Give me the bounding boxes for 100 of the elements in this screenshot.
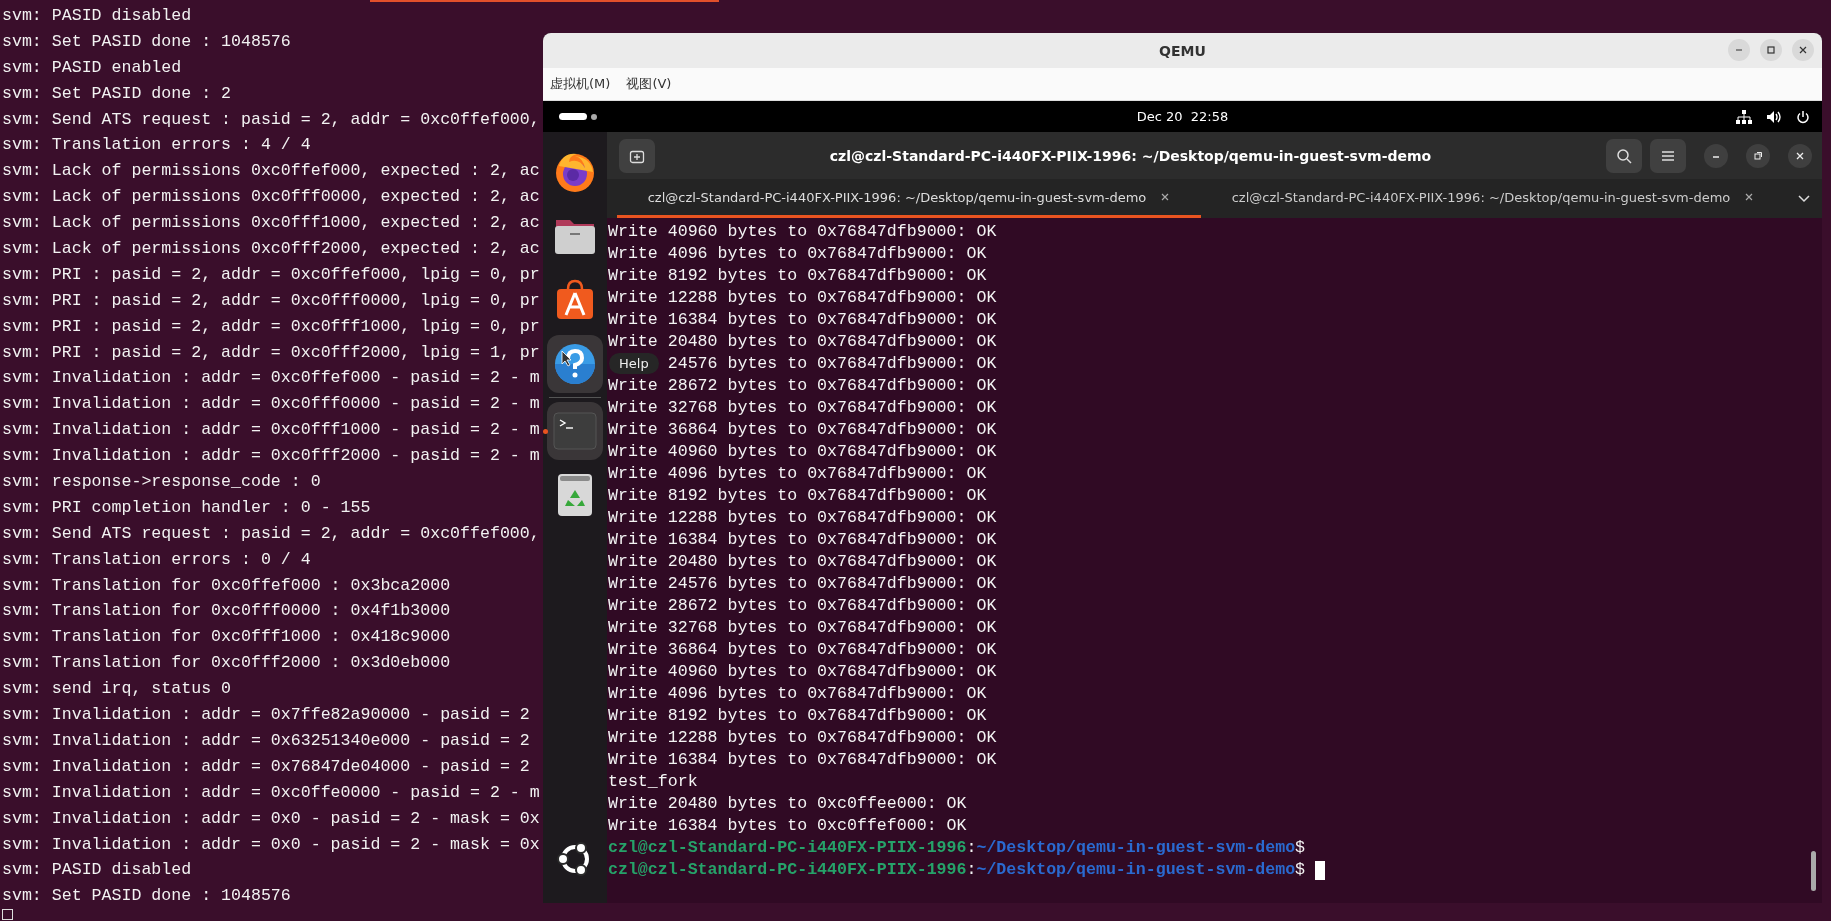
terminal-line: Write 36864 bytes to 0x76847dfb9000: OK xyxy=(608,419,997,441)
terminal-line: Write 8192 bytes to 0x76847dfb9000: OK xyxy=(608,485,987,507)
terminal-line: svm: PRI : pasid = 2, addr = 0xc0fff2000, lpig = 1, pr xyxy=(2,341,540,364)
terminal-line: Write 40960 bytes to 0x76847dfb9000: OK xyxy=(608,221,997,243)
search-icon xyxy=(1616,147,1632,164)
terminal-line: svm: Lack of permissions 0xc0fff0000, expected : 2, ac xyxy=(2,186,540,209)
close-icon xyxy=(1795,150,1805,161)
terminal-line: svm: Set PASID done : 1048576 xyxy=(2,885,291,908)
close-button[interactable] xyxy=(1792,39,1814,61)
clock[interactable]: Dec 20 22:58 xyxy=(1136,109,1229,124)
terminal-line: svm: PRI : pasid = 2, addr = 0xc0ffef000, lpig = 0, pr xyxy=(2,263,540,286)
terminal-line: Write 4096 bytes to 0x76847dfb9000: OK xyxy=(608,683,987,705)
terminal-line: svm: Translation for 0xc0fff2000 : 0x3d0eb000 xyxy=(2,652,451,675)
menu-item[interactable]: 视图(V) xyxy=(626,75,672,93)
terminal-line: svm: Translation for 0xc0fff0000 : 0x4f1b3000 xyxy=(2,600,451,623)
terminal-line: svm: Invalidation : addr = 0x7ffe82a90000 - pasid = 2 xyxy=(2,704,530,727)
prompt-user-host: czl@czl-Standard-PC-i440FX-PIIX-1996 xyxy=(608,859,967,881)
terminal-line: Write 16384 bytes to 0xc0ffef000: OK xyxy=(608,815,967,837)
workspace-indicator[interactable] xyxy=(559,113,597,120)
maximize-button[interactable] xyxy=(1760,39,1782,61)
terminal-line: test_fork xyxy=(608,771,698,793)
terminal-line: Write 20480 bytes to 0x76847dfb9000: OK xyxy=(608,551,997,573)
tab-label: czl@czl-Standard-PC-i440FX-PIIX-1996: ~/Desktop/qemu-in-guest-svm-demo xyxy=(647,189,1147,205)
close-icon[interactable] xyxy=(1744,192,1755,202)
trash-icon xyxy=(557,473,593,517)
terminal-line: Write 12288 bytes to 0x76847dfb9000: OK xyxy=(608,727,997,749)
terminal-line: Write 36864 bytes to 0x76847dfb9000: OK xyxy=(608,639,997,661)
dock-item[interactable] xyxy=(547,335,603,393)
tab[interactable]: czl@czl-Standard-PC-i440FX-PIIX-1996: ~/Desktop/qemu-in-guest-svm-demo xyxy=(1201,179,1785,218)
terminal-line: svm: Set PASID done : 2 xyxy=(2,82,232,105)
power-icon[interactable] xyxy=(1796,109,1810,124)
terminal-line: Write 16384 bytes to 0x76847dfb9000: OK xyxy=(608,749,997,771)
terminal-line: svm: Invalidation : addr = 0xc0fff2000 - pasid = 2 - m xyxy=(2,445,540,468)
menu-icon xyxy=(1661,149,1675,162)
terminal-line: Write 4096 bytes to 0x76847dfb9000: OK xyxy=(608,463,987,485)
terminal-line: svm: Invalidation : addr = 0xc0fff1000 - pasid = 2 - m xyxy=(2,419,540,442)
prompt-symbol: $ xyxy=(1295,837,1306,859)
tab-label: czl@czl-Standard-PC-i440FX-PIIX-1996: ~/Desktop/qemu-in-guest-svm-demo xyxy=(1231,189,1731,205)
terminal-line: svm: Translation for 0xc0fff1000 : 0x418c9000 xyxy=(2,626,451,649)
terminal-line: svm: Invalidation : addr = 0x76847de04000 - pasid = 2 xyxy=(2,755,530,778)
terminal-line: svm: Invalidation : addr = 0xc0ffef000 - pasid = 2 - m xyxy=(2,367,540,390)
terminal-line: Write 8192 bytes to 0x76847dfb9000: OK xyxy=(608,705,987,727)
terminal-line: svm: Set PASID done : 1048576 xyxy=(2,30,291,53)
terminal-line: Write 28672 bytes to 0x76847dfb9000: OK xyxy=(608,375,997,397)
cursor xyxy=(2,909,13,921)
terminal-line: svm: PASID disabled xyxy=(2,5,192,27)
restore-icon xyxy=(1753,150,1763,161)
terminal-line: Write 40960 bytes to 0x76847dfb9000: OK xyxy=(608,441,997,463)
terminal-icon xyxy=(553,412,597,450)
terminal-line: svm: Send ATS request : pasid = 2, addr = 0xc0ffef000, xyxy=(2,108,540,131)
terminal-line: Write 24576 bytes to 0x76847dfb9000: OK xyxy=(608,573,997,595)
maximize-icon xyxy=(1766,45,1776,55)
terminal-line: svm: Invalidation : addr = 0xc0fff0000 - pasid = 2 - m xyxy=(2,393,540,416)
terminal-line: svm: Lack of permissions 0xc0ffef000, expected : 2, ac xyxy=(2,160,540,183)
terminal-line: Write 16384 bytes to 0x76847dfb9000: OK xyxy=(608,529,997,551)
close-icon[interactable] xyxy=(1160,192,1171,202)
terminal-line: svm: Translation errors : 4 / 4 xyxy=(2,134,311,157)
terminal-line: Write 4096 bytes to 0x76847dfb9000: OK xyxy=(608,243,987,265)
terminal-line: Write 32768 bytes to 0x76847dfb9000: OK xyxy=(608,617,997,639)
prompt-separator: : xyxy=(966,837,977,859)
prompt-symbol: $ xyxy=(1295,859,1306,881)
prompt-path: ~/Desktop/qemu-in-guest-svm-demo xyxy=(976,859,1296,881)
terminal-line: Write 40960 bytes to 0x76847dfb9000: OK xyxy=(608,661,997,683)
terminal-line: Write 12288 bytes to 0x76847dfb9000: OK xyxy=(608,507,997,529)
restore-button[interactable] xyxy=(1746,143,1770,168)
prompt-user-host: czl@czl-Standard-PC-i440FX-PIIX-1996 xyxy=(608,837,967,859)
scrollbar-thumb[interactable] xyxy=(1811,851,1816,891)
chevron-down-icon[interactable] xyxy=(1798,194,1810,203)
close-button[interactable] xyxy=(1788,143,1812,168)
new-tab-button[interactable] xyxy=(619,138,655,173)
terminal-line: Write 8192 bytes to 0x76847dfb9000: OK xyxy=(608,265,987,287)
terminal-line: Write 28672 bytes to 0x76847dfb9000: OK xyxy=(608,595,997,617)
volume-icon[interactable] xyxy=(1766,109,1782,124)
menu-button[interactable] xyxy=(1650,138,1686,173)
terminal-title: czl@czl-Standard-PC-i440FX-PIIX-1996: ~/Desktop/qemu-in-guest-svm-demo xyxy=(828,147,1433,164)
search-button[interactable] xyxy=(1606,138,1642,173)
network-icon[interactable] xyxy=(1736,109,1752,124)
minimize-button[interactable] xyxy=(1728,39,1750,61)
running-indicator xyxy=(543,429,548,434)
tab[interactable]: czl@czl-Standard-PC-i440FX-PIIX-1996: ~/Desktop/qemu-in-guest-svm-demo xyxy=(617,179,1201,218)
window-title: QEMU xyxy=(1159,42,1206,59)
cursor xyxy=(1315,860,1326,880)
terminal-line: svm: Invalidation : addr = 0xc0ffe0000 - pasid = 2 - m xyxy=(2,781,540,804)
prompt-separator: : xyxy=(966,859,977,881)
prompt-path: ~/Desktop/qemu-in-guest-svm-demo xyxy=(976,837,1296,859)
terminal-line: svm: PRI : pasid = 2, addr = 0xc0fff0000, lpig = 0, pr xyxy=(2,289,540,312)
terminal-line: svm: Invalidation : addr = 0x0 - pasid = 2 - mask = 0x xyxy=(2,807,540,830)
terminal-line: svm: Translation for 0xc0ffef000 : 0x3bca2000 xyxy=(2,574,451,597)
menu-item[interactable]: 虚拟机(M) xyxy=(550,75,611,93)
terminal-line: svm: PRI : pasid = 2, addr = 0xc0fff1000, lpig = 0, pr xyxy=(2,315,540,338)
terminal-line: Write 20480 bytes to 0xc0ffee000: OK xyxy=(608,793,967,815)
terminal-line: svm: PASID disabled xyxy=(2,859,192,882)
terminal-line: Write 12288 bytes to 0x76847dfb9000: OK xyxy=(608,287,997,309)
tooltip: Help xyxy=(609,353,659,374)
help-icon xyxy=(553,342,597,386)
terminal-line: svm: PASID enabled xyxy=(2,56,182,79)
terminal-line: Write 20480 bytes to 0x76847dfb9000: OK xyxy=(608,331,997,353)
terminal-line: Write 16384 bytes to 0x76847dfb9000: OK xyxy=(608,309,997,331)
shopping-bag-icon xyxy=(555,279,595,321)
terminal-line: Write 32768 bytes to 0x76847dfb9000: OK xyxy=(608,397,997,419)
